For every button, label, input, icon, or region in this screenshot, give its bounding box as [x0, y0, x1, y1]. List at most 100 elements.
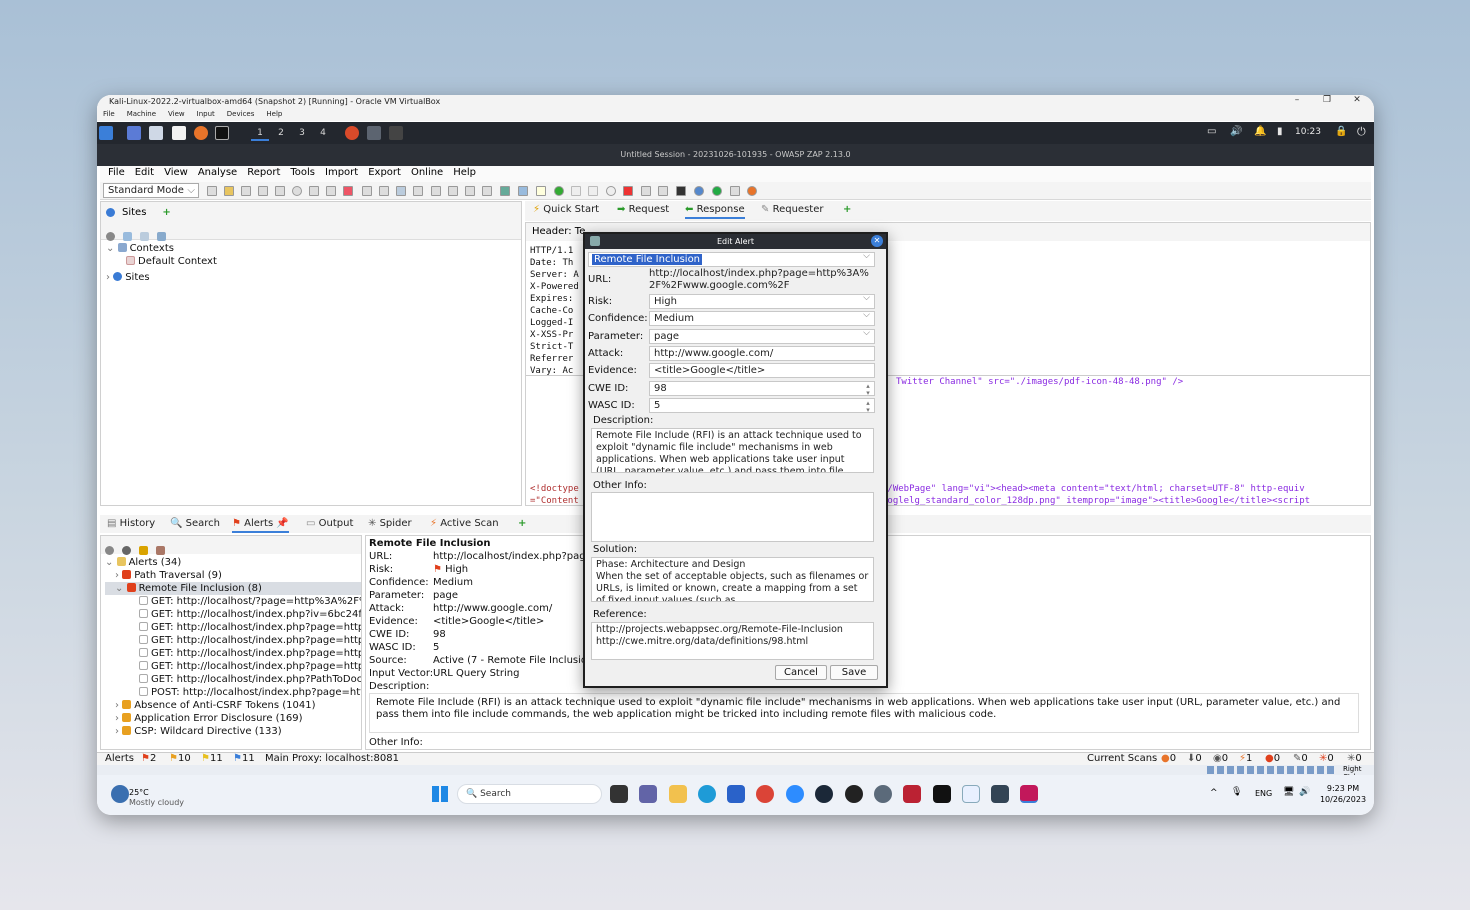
- other-info-textarea[interactable]: [591, 492, 874, 542]
- app-icon[interactable]: [903, 785, 921, 803]
- app-icon[interactable]: [874, 785, 892, 803]
- folder-icon[interactable]: [658, 186, 668, 196]
- notifications-icon[interactable]: 🔔: [1254, 126, 1266, 137]
- parameter-select[interactable]: page: [649, 329, 875, 344]
- weather-icon[interactable]: [111, 785, 129, 803]
- vbox-device-icons[interactable]: [1207, 766, 1337, 774]
- network-icon[interactable]: 🖥: [1283, 787, 1294, 797]
- taskbar-search[interactable]: 🔍 Search: [457, 784, 602, 804]
- confidence-select[interactable]: Medium: [649, 311, 875, 326]
- menu-export[interactable]: Export: [363, 166, 406, 182]
- microphone-icon[interactable]: 🎙: [1231, 787, 1242, 797]
- alert-instance[interactable]: GET: http://localhost/index.php?PathToDo…: [105, 673, 361, 686]
- export-context-icon[interactable]: [157, 232, 167, 241]
- layout-7-icon[interactable]: [448, 186, 458, 196]
- snapshot-icon[interactable]: [258, 186, 268, 196]
- minimize-button[interactable]: –: [1282, 95, 1312, 110]
- alert-instance[interactable]: GET: http://localhost/index.php?page=htt…: [105, 647, 361, 660]
- alert-instance[interactable]: GET: http://localhost/index.php?page=htt…: [105, 634, 361, 647]
- layout-4-icon[interactable]: [396, 186, 406, 196]
- alert-instance[interactable]: GET: http://localhost/index.php?page=htt…: [105, 621, 361, 634]
- evidence-field[interactable]: <title>Google</title>: [649, 363, 875, 378]
- workspace-2[interactable]: 2: [272, 125, 290, 141]
- windows-start-icon[interactable]: [432, 786, 448, 802]
- workspace-3[interactable]: 3: [293, 125, 311, 141]
- delete-icon[interactable]: [343, 186, 353, 196]
- task-view-icon[interactable]: [610, 785, 628, 803]
- bulb-icon[interactable]: [536, 186, 546, 196]
- tab-response[interactable]: ⬅ Response: [685, 201, 745, 219]
- menu-view[interactable]: View: [159, 166, 193, 182]
- add-bottom-tab-icon[interactable]: +: [518, 515, 526, 533]
- reference-textarea[interactable]: http://projects.webappsec.org/Remote-Fil…: [591, 622, 874, 660]
- wasc-spinner[interactable]: 5: [649, 398, 875, 413]
- tab-history[interactable]: ▤ History: [107, 515, 155, 533]
- session-props-icon[interactable]: [275, 186, 285, 196]
- kali-menu-icon[interactable]: [99, 126, 113, 140]
- scan-policy-icon[interactable]: [641, 186, 651, 196]
- breakpoint-green-icon[interactable]: [554, 186, 564, 196]
- workspace-1[interactable]: 1: [251, 125, 269, 141]
- vbox-menu-view[interactable]: View: [168, 110, 185, 121]
- new-context-icon[interactable]: [123, 232, 133, 241]
- menu-online[interactable]: Online: [406, 166, 448, 182]
- vbox-menu-machine[interactable]: Machine: [127, 110, 156, 121]
- description-text[interactable]: Remote File Include (RFI) is an attack t…: [369, 693, 1359, 733]
- close-button[interactable]: ✕: [1342, 95, 1372, 110]
- zoom-icon[interactable]: [786, 785, 804, 803]
- drop-icon[interactable]: [606, 186, 616, 196]
- filter-icon[interactable]: [105, 546, 114, 555]
- new-session-icon[interactable]: [207, 186, 217, 196]
- alert-name-select[interactable]: Remote File Inclusion: [588, 252, 875, 267]
- hud-icon[interactable]: [712, 186, 722, 196]
- alert-instance[interactable]: GET: http://localhost/?page=http%3A%2F%: [105, 595, 361, 608]
- power-icon[interactable]: ⏻: [1357, 125, 1366, 139]
- tab-output[interactable]: ▭ Output: [306, 515, 353, 533]
- firefox-icon[interactable]: [194, 126, 208, 140]
- terminal-icon[interactable]: [933, 785, 951, 803]
- save-button[interactable]: Save: [830, 665, 878, 680]
- cancel-button[interactable]: Cancel: [775, 665, 827, 680]
- alert-instance[interactable]: GET: http://localhost/index.php?iv=6bc24…: [105, 608, 361, 621]
- active-app-icon[interactable]: [1020, 785, 1038, 803]
- vbox-menu-file[interactable]: File: [103, 110, 115, 121]
- vbox-menu-input[interactable]: Input: [197, 110, 215, 121]
- help-icon[interactable]: [694, 186, 704, 196]
- layout-6-icon[interactable]: [431, 186, 441, 196]
- alert-instance[interactable]: GET: http://localhost/index.php?page=htt…: [105, 660, 361, 673]
- edge-icon[interactable]: [698, 785, 716, 803]
- battery-icon[interactable]: ▮: [1277, 126, 1283, 137]
- text-editor-icon[interactable]: [172, 126, 186, 140]
- step-icon[interactable]: [571, 186, 581, 196]
- alert-group[interactable]: › Path Traversal (9): [105, 569, 361, 582]
- menu-help[interactable]: Help: [448, 166, 481, 182]
- app-icon[interactable]: [845, 785, 863, 803]
- sites-tab[interactable]: Sites +: [101, 202, 521, 222]
- alert-group-selected[interactable]: ⌄ Remote File Inclusion (8): [105, 582, 361, 595]
- tab-quick-start[interactable]: ⚡ Quick Start: [533, 201, 599, 219]
- maximize-button[interactable]: ❐: [1312, 95, 1342, 110]
- page-icon[interactable]: [730, 186, 740, 196]
- menu-report[interactable]: Report: [242, 166, 285, 182]
- solution-textarea[interactable]: Phase: Architecture and Design When the …: [591, 557, 874, 602]
- layout-icon[interactable]: [309, 186, 319, 196]
- dialog-close-icon[interactable]: ✕: [871, 235, 883, 247]
- menu-edit[interactable]: Edit: [130, 166, 159, 182]
- clock[interactable]: 10:23: [1295, 127, 1321, 137]
- tab-search[interactable]: 🔍 Search: [170, 515, 220, 533]
- cwe-spinner[interactable]: 98: [649, 381, 875, 396]
- vbox-menu-help[interactable]: Help: [266, 110, 282, 121]
- file-explorer-icon[interactable]: [669, 785, 687, 803]
- open-session-icon[interactable]: [224, 186, 234, 196]
- taskbar-time[interactable]: 9:23 PM: [1321, 784, 1365, 793]
- options-icon[interactable]: [292, 186, 302, 196]
- alert-group[interactable]: › CSP: Wildcard Directive (133): [105, 725, 361, 738]
- alert-group[interactable]: › Application Error Disclosure (169): [105, 712, 361, 725]
- menu-import[interactable]: Import: [320, 166, 363, 182]
- add-tab-icon[interactable]: +: [162, 207, 170, 218]
- teams-icon[interactable]: [639, 785, 657, 803]
- tree-default-context[interactable]: Default Context: [106, 255, 521, 268]
- scope-icon[interactable]: [518, 186, 528, 196]
- alerts-root[interactable]: ⌄ Alerts (34): [105, 556, 361, 569]
- save-session-icon[interactable]: [241, 186, 251, 196]
